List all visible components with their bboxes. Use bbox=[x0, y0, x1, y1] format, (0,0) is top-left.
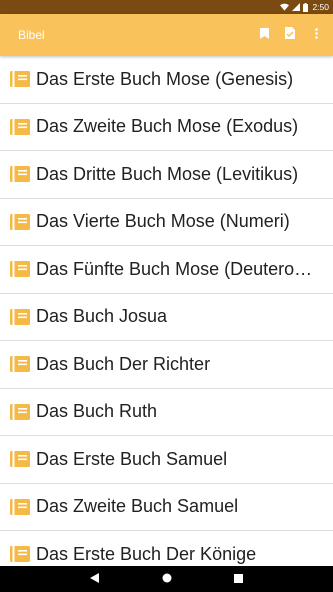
list-item[interactable]: Das Erste Buch Samuel bbox=[0, 436, 333, 484]
bookmark-icon bbox=[259, 26, 269, 44]
list-item[interactable]: Das Erste Buch Mose (Genesis) bbox=[0, 56, 333, 104]
book-title: Das Fünfte Buch Mose (Deuteronomium) bbox=[36, 258, 333, 279]
signal-icon bbox=[292, 3, 301, 11]
book-title: Das Erste Buch Mose (Genesis) bbox=[36, 68, 294, 89]
home-button[interactable] bbox=[131, 566, 203, 592]
book-title: Das Erste Buch Samuel bbox=[36, 448, 228, 469]
book-title: Das Buch Ruth bbox=[36, 401, 158, 422]
book-list: Das Erste Buch Mose (Genesis) Das Zweite… bbox=[0, 56, 333, 566]
app-bar: Bibel bbox=[0, 14, 333, 56]
app-title: Bibel bbox=[18, 28, 45, 42]
home-icon bbox=[162, 570, 172, 588]
status-time: 2:50 bbox=[312, 2, 329, 12]
book-title: Das Zweite Buch Mose (Exodus) bbox=[36, 116, 299, 137]
book-icon bbox=[10, 403, 30, 420]
book-icon bbox=[10, 451, 30, 468]
list-item[interactable]: Das Buch Ruth bbox=[0, 389, 333, 436]
book-title: Das Buch Der Richter bbox=[36, 353, 211, 374]
more-options-button[interactable] bbox=[303, 22, 329, 48]
book-title: Das Dritte Buch Mose (Levitikus) bbox=[36, 163, 299, 184]
back-icon bbox=[90, 570, 99, 588]
list-item[interactable]: Das Buch Josua bbox=[0, 294, 333, 341]
document-button[interactable] bbox=[277, 22, 303, 48]
book-icon bbox=[10, 308, 30, 325]
back-button[interactable] bbox=[59, 566, 131, 592]
book-title: Das Zweite Buch Samuel bbox=[36, 496, 239, 517]
list-item[interactable]: Das Vierte Buch Mose (Numeri) bbox=[0, 199, 333, 246]
wifi-icon bbox=[280, 3, 290, 11]
list-item[interactable]: Das Dritte Buch Mose (Levitikus) bbox=[0, 151, 333, 199]
bookmark-button[interactable] bbox=[251, 22, 277, 48]
book-icon bbox=[10, 71, 30, 88]
book-icon bbox=[10, 118, 30, 135]
list-item[interactable]: Das Zweite Buch Mose (Exodus) bbox=[0, 104, 333, 151]
app-actions bbox=[251, 22, 329, 48]
list-item[interactable]: Das Zweite Buch Samuel bbox=[0, 484, 333, 531]
book-title: Das Erste Buch Der Könige bbox=[36, 543, 257, 564]
book-icon bbox=[10, 498, 30, 515]
book-icon bbox=[10, 166, 30, 183]
book-icon bbox=[10, 261, 30, 278]
battery-icon bbox=[303, 2, 309, 12]
list-item[interactable]: Das Fünfte Buch Mose (Deuteronomium) bbox=[0, 246, 333, 294]
navigation-bar bbox=[0, 566, 333, 592]
book-icon bbox=[10, 213, 30, 230]
book-icon bbox=[10, 356, 30, 373]
recents-icon bbox=[234, 570, 243, 588]
book-icon bbox=[10, 546, 30, 563]
book-title: Das Vierte Buch Mose (Numeri) bbox=[36, 211, 290, 232]
document-icon bbox=[285, 26, 295, 44]
more-vert-icon bbox=[314, 26, 318, 44]
book-title: Das Buch Josua bbox=[36, 306, 168, 327]
list-item[interactable]: Das Buch Der Richter bbox=[0, 341, 333, 389]
status-bar: 2:50 bbox=[0, 0, 333, 14]
recents-button[interactable] bbox=[203, 566, 275, 592]
list-item[interactable]: Das Erste Buch Der Könige bbox=[0, 531, 333, 566]
